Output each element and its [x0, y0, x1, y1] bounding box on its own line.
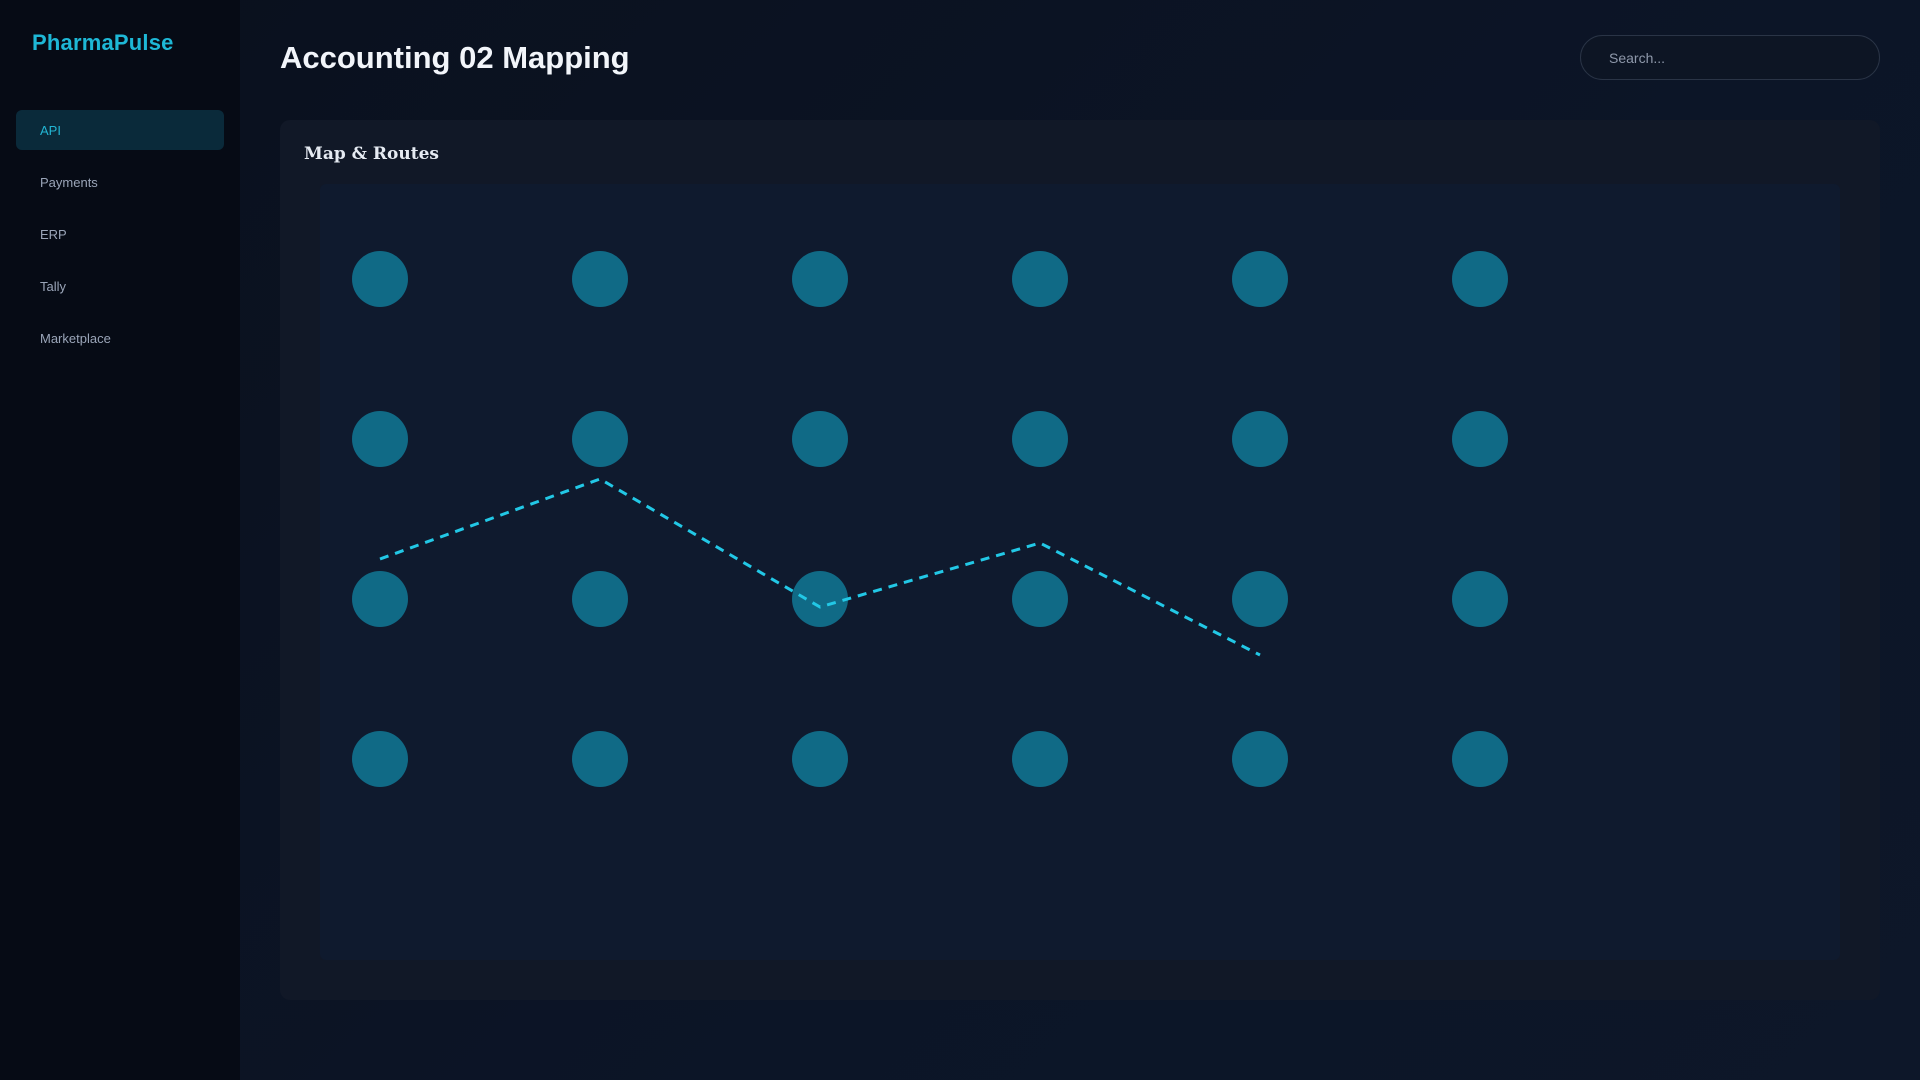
sidebar-item-label: Tally	[40, 278, 67, 294]
route-line	[379, 477, 1261, 657]
sidebar-item-api[interactable]: API	[16, 110, 224, 150]
map-node[interactable]	[352, 411, 408, 467]
map-node[interactable]	[572, 411, 628, 467]
map-node[interactable]	[1232, 731, 1288, 787]
sidebar-item-marketplace[interactable]: Marketplace	[16, 318, 224, 358]
route-map[interactable]	[320, 184, 1840, 960]
app-window: PharmaPulse API Payments ERP Tally Marke…	[0, 0, 1920, 1080]
map-node[interactable]	[352, 571, 408, 627]
map-node[interactable]	[1452, 571, 1508, 627]
map-node[interactable]	[572, 571, 628, 627]
page-title: Accounting 02 Mapping	[280, 40, 630, 75]
map-node[interactable]	[352, 251, 408, 307]
sidebar-item-label: Payments	[40, 174, 98, 190]
map-node[interactable]	[1452, 411, 1508, 467]
map-node[interactable]	[1452, 731, 1508, 787]
map-node[interactable]	[792, 411, 848, 467]
map-node[interactable]	[572, 731, 628, 787]
map-node[interactable]	[1232, 251, 1288, 307]
brand-logo[interactable]: PharmaPulse	[32, 30, 174, 56]
route-map-canvas	[352, 251, 1508, 787]
map-node[interactable]	[792, 571, 848, 627]
map-node[interactable]	[352, 731, 408, 787]
sidebar: PharmaPulse API Payments ERP Tally Marke…	[0, 0, 240, 1080]
map-node[interactable]	[1232, 411, 1288, 467]
map-panel: Map & Routes	[280, 120, 1880, 1000]
map-nodes	[352, 251, 1508, 787]
sidebar-item-label: API	[40, 122, 61, 138]
sidebar-item-label: ERP	[40, 226, 67, 242]
map-node[interactable]	[1012, 251, 1068, 307]
map-node[interactable]	[792, 251, 848, 307]
map-node[interactable]	[1452, 251, 1508, 307]
sidebar-item-erp[interactable]: ERP	[16, 214, 224, 254]
map-node[interactable]	[1012, 571, 1068, 627]
map-node[interactable]	[572, 251, 628, 307]
map-node[interactable]	[1232, 571, 1288, 627]
search-input[interactable]	[1580, 35, 1880, 80]
map-node[interactable]	[1012, 731, 1068, 787]
sidebar-nav: API Payments ERP Tally Marketplace	[16, 110, 224, 370]
sidebar-item-label: Marketplace	[40, 330, 111, 346]
panel-title: Map & Routes	[304, 144, 439, 164]
map-node[interactable]	[1012, 411, 1068, 467]
sidebar-item-tally[interactable]: Tally	[16, 266, 224, 306]
sidebar-item-payments[interactable]: Payments	[16, 162, 224, 202]
map-node[interactable]	[792, 731, 848, 787]
